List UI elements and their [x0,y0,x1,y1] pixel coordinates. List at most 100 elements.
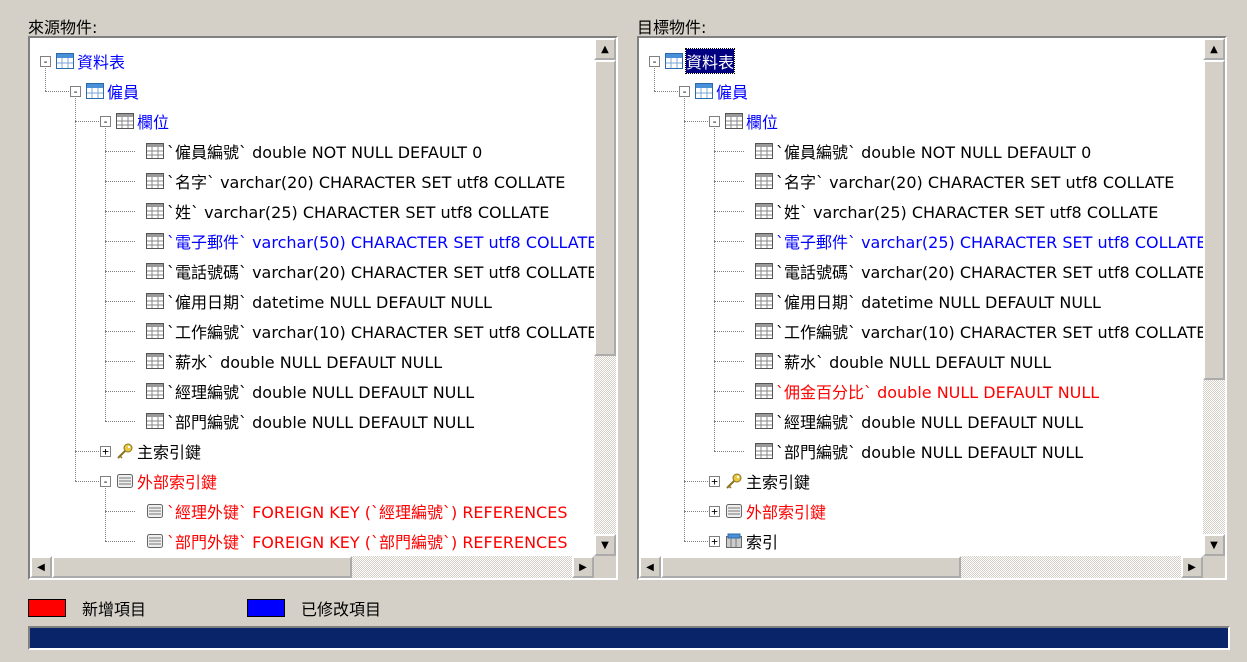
grid-icon [116,113,134,129]
tree-node[interactable]: 僱員 [695,76,748,106]
tree-node-label: 主索引鍵 [137,443,202,462]
expand-toggle[interactable]: + [709,536,720,547]
progress-fill [30,628,1228,648]
tree-node[interactable]: 主索引鍵 [116,436,201,466]
tree-connector [105,271,135,272]
legend-modified: 已修改項目 [247,596,381,620]
tree-connector [105,391,135,392]
tree-node[interactable]: `僱用日期` datetime NULL DEFAULT NULL [146,286,492,316]
tree-node[interactable]: 外部索引鍵 [116,466,217,496]
scroll-right-button[interactable]: ▶ [1181,556,1203,578]
tree-node[interactable]: `電子郵件` varchar(50) CHARACTER SET utf8 CO… [146,226,594,256]
table-icon [695,83,713,99]
expand-toggle[interactable]: + [709,506,720,517]
tree-node[interactable]: 欄位 [116,106,169,136]
tree-node[interactable]: 僱員 [86,76,139,106]
tree-node[interactable]: `部門編號` double NULL DEFAULT NULL [755,436,1083,466]
tree-connector [105,488,106,541]
scroll-down-button[interactable]: ▼ [594,534,616,556]
scroll-left-button[interactable]: ◀ [30,556,52,578]
collapse-toggle[interactable]: - [709,116,720,127]
tree-node[interactable]: 資料表 [56,46,125,76]
target-tree-view[interactable]: 資料表 - 僱員 - 欄位 - `僱員編號` double NOT NULL DEFAULT… [637,36,1227,580]
table-icon [86,83,104,99]
tree-node[interactable]: `僱員編號` double NOT NULL DEFAULT 0 [755,136,1091,166]
tree-node[interactable]: `僱用日期` datetime NULL DEFAULT NULL [755,286,1101,316]
expand-toggle[interactable]: + [709,476,720,487]
target-horizontal-scrollbar[interactable]: ◀ ▶ [639,556,1203,578]
tree-node[interactable]: `名字` varchar(20) CHARACTER SET utf8 COLL… [755,166,1174,196]
scroll-thumb[interactable] [594,60,616,356]
scroll-down-button[interactable]: ▼ [1203,534,1225,556]
tree-connector [105,541,135,542]
source-horizontal-scrollbar[interactable]: ◀ ▶ [30,556,594,578]
collapse-toggle[interactable]: - [649,56,660,67]
tree-node[interactable]: `部門外键` FOREIGN KEY (`部門編號`) REFERENCES [146,526,568,556]
scroll-up-button[interactable]: ▲ [594,38,616,60]
scroll-thumb[interactable] [52,556,352,578]
tree-connector [714,331,744,332]
tree-node-label: 索引 [746,533,779,552]
tree-connector [714,211,744,212]
grid-icon [146,293,164,309]
tree-node[interactable]: 資料表 [665,46,736,76]
scroll-up-button[interactable]: ▲ [1203,38,1225,60]
target-tree[interactable]: 資料表 - 僱員 - 欄位 - `僱員編號` double NOT NULL DEFAULT… [639,38,1203,556]
expand-toggle[interactable]: + [100,446,111,457]
tree-node[interactable]: `經理編號` double NULL DEFAULT NULL [146,376,474,406]
grid-icon [146,353,164,369]
tree-node-label: `姓` varchar(25) CHARACTER SET utf8 COLLA… [776,203,1159,222]
tree-node-label: `名字` varchar(20) CHARACTER SET utf8 COLL… [776,173,1175,192]
tree-node[interactable]: `經理外键` FOREIGN KEY (`經理編號`) REFERENCES [146,496,568,526]
tree-node[interactable]: 欄位 [725,106,778,136]
tree-node-label: `電話號碼` varchar(20) CHARACTER SET utf8 CO… [776,263,1203,282]
grid-icon [755,263,773,279]
tree-node[interactable]: `經理編號` double NULL DEFAULT NULL [755,406,1083,436]
source-tree-view[interactable]: 資料表 - 僱員 - 欄位 - `僱員編號` double NOT NULL DEFAULT… [28,36,618,580]
scroll-thumb[interactable] [661,556,961,578]
collapse-toggle[interactable]: - [40,56,51,67]
scroll-right-button[interactable]: ▶ [572,556,594,578]
tree-node-label: `薪水` double NULL DEFAULT NULL [776,353,1052,372]
tree-node[interactable]: `名字` varchar(20) CHARACTER SET utf8 COLL… [146,166,565,196]
target-vertical-scrollbar[interactable]: ▲ ▼ [1203,38,1225,556]
source-tree[interactable]: 資料表 - 僱員 - 欄位 - `僱員編號` double NOT NULL DEFAULT… [30,38,594,556]
tree-node-label: `經理外键` FOREIGN KEY (`經理編號`) REFERENCES [167,503,568,522]
tree-node-label: 欄位 [137,113,170,132]
modified-color-swatch [247,599,285,617]
tree-node[interactable]: `工作編號` varchar(10) CHARACTER SET utf8 CO… [146,316,594,346]
tree-node[interactable]: `姓` varchar(25) CHARACTER SET utf8 COLLA… [755,196,1158,226]
scroll-left-button[interactable]: ◀ [639,556,661,578]
tree-node[interactable]: `電子郵件` varchar(25) CHARACTER SET utf8 CO… [755,226,1203,256]
tree-node[interactable]: `薪水` double NULL DEFAULT NULL [146,346,442,376]
key-icon [725,473,743,489]
tree-node[interactable]: `佣金百分比` double NULL DEFAULT NULL [755,376,1099,406]
tree-connector [105,151,135,152]
collapse-toggle[interactable]: - [100,116,111,127]
tree-connector [105,128,106,421]
foreign-key-icon [146,503,164,519]
tree-node[interactable]: `電話號碼` varchar(20) CHARACTER SET utf8 CO… [146,256,594,286]
tree-node-label: `僱用日期` datetime NULL DEFAULT NULL [167,293,492,312]
scroll-thumb[interactable] [1203,60,1225,380]
tree-node[interactable]: `僱員編號` double NOT NULL DEFAULT 0 [146,136,482,166]
tree-node-label: `部門外键` FOREIGN KEY (`部門編號`) REFERENCES [167,533,568,552]
tree-node[interactable]: 外部索引鍵 [725,496,826,526]
collapse-toggle[interactable]: - [679,86,690,97]
grid-icon [755,323,773,339]
tree-node-label: `電子郵件` varchar(25) CHARACTER SET utf8 CO… [776,233,1203,252]
tree-node[interactable]: `電話號碼` varchar(20) CHARACTER SET utf8 CO… [755,256,1203,286]
tree-node[interactable]: `姓` varchar(25) CHARACTER SET utf8 COLLA… [146,196,549,226]
collapse-toggle[interactable]: - [100,476,111,487]
modified-legend-label: 已修改項目 [301,600,382,619]
grid-icon [755,233,773,249]
collapse-toggle[interactable]: - [70,86,81,97]
source-vertical-scrollbar[interactable]: ▲ ▼ [594,38,616,556]
tree-connector [714,451,744,452]
tree-node[interactable]: `薪水` double NULL DEFAULT NULL [755,346,1051,376]
tree-node[interactable]: `部門編號` double NULL DEFAULT NULL [146,406,474,436]
tree-node[interactable]: 索引 [725,526,778,556]
tree-node[interactable]: `工作編號` varchar(10) CHARACTER SET utf8 CO… [755,316,1203,346]
grid-icon [146,323,164,339]
tree-node[interactable]: 主索引鍵 [725,466,810,496]
